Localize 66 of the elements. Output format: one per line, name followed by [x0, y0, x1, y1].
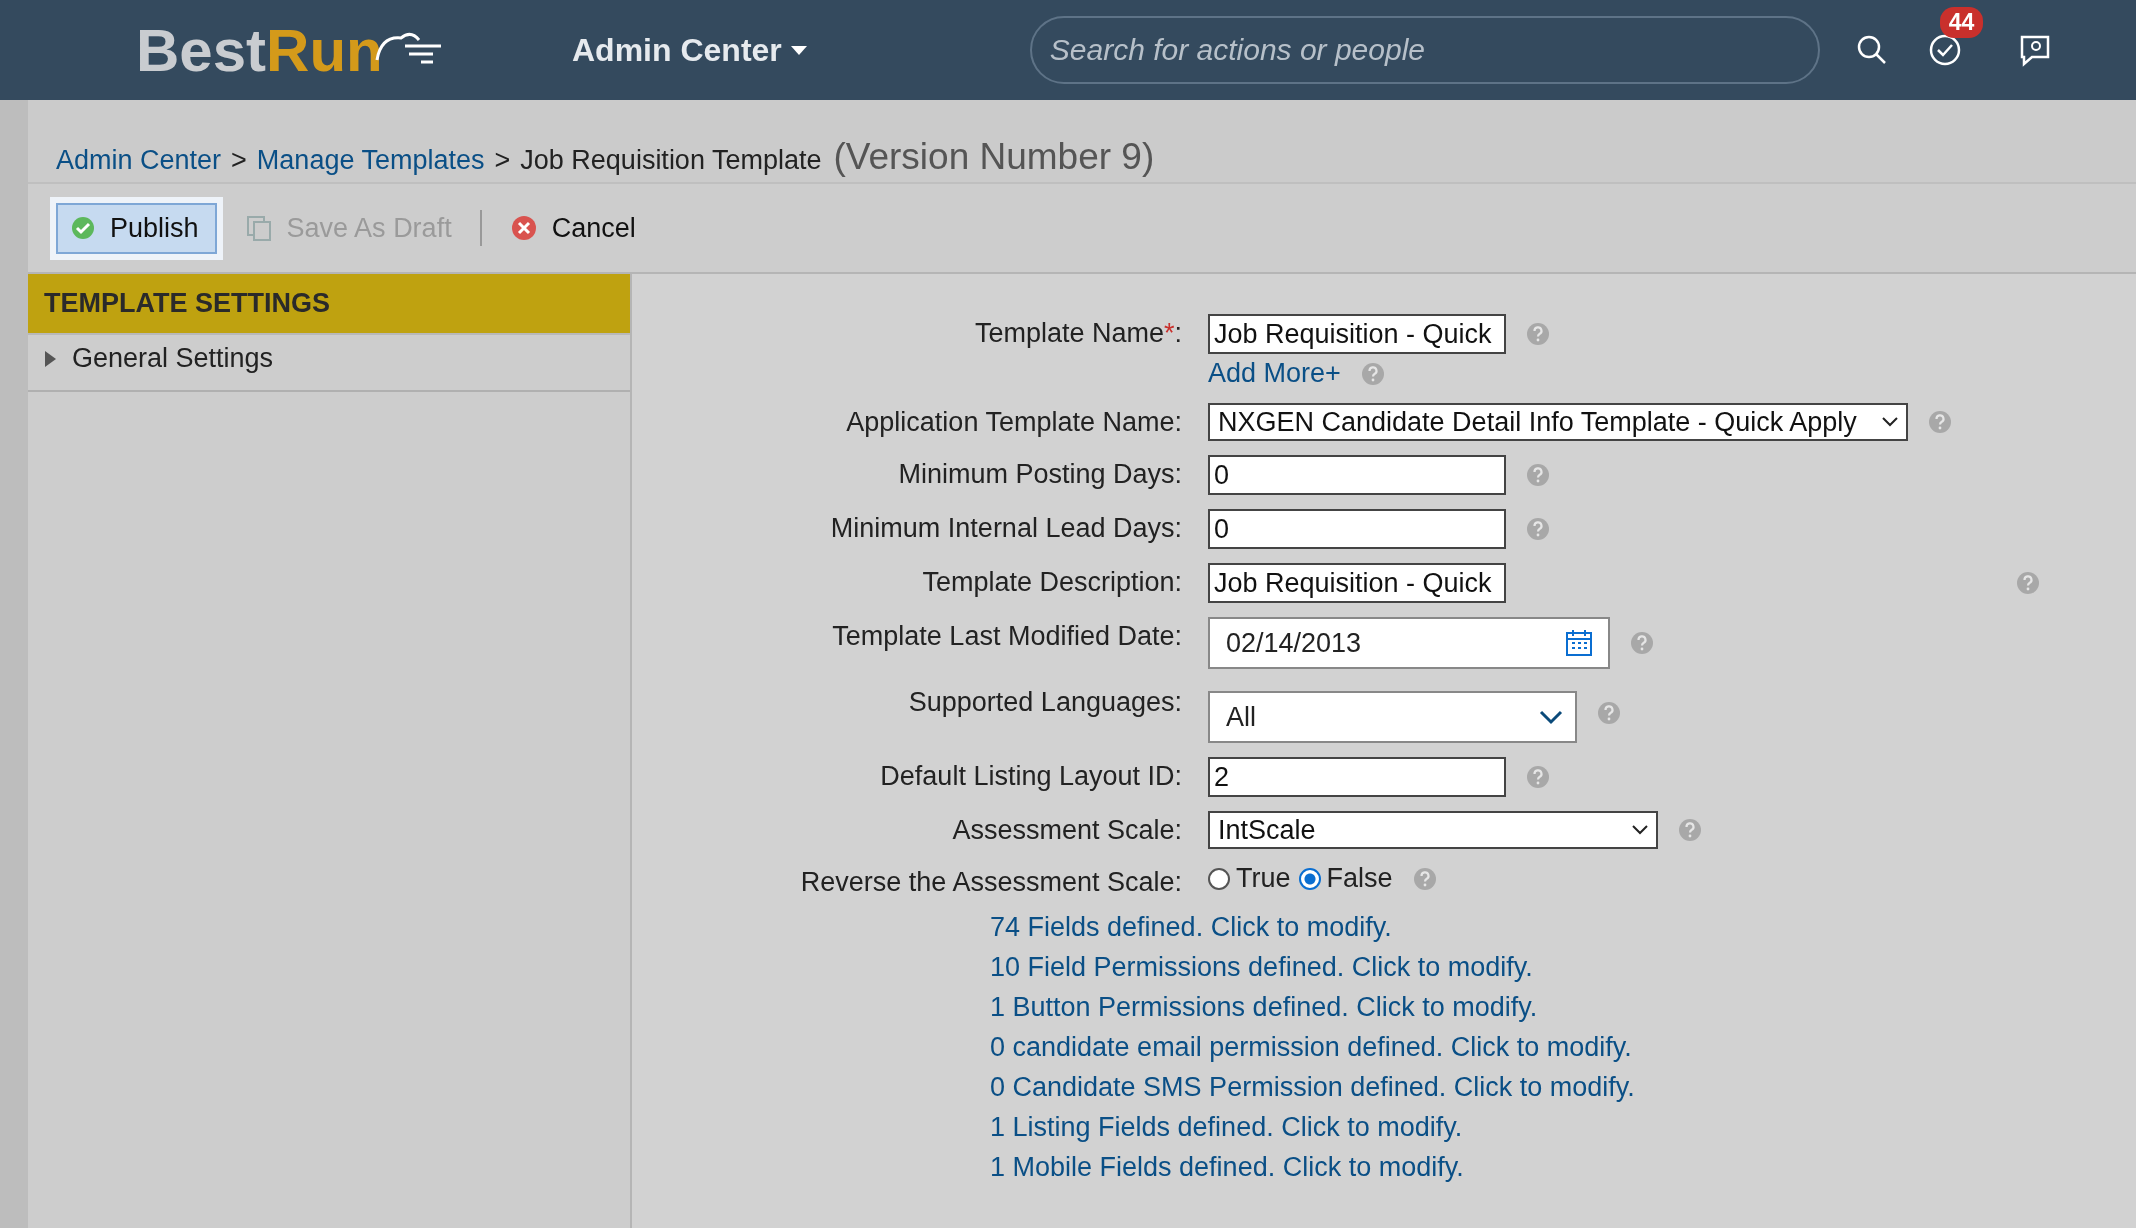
notification-badge: 44 — [1939, 7, 1984, 38]
field-label: Reverse the Assessment Scale: — [800, 867, 1182, 897]
field-label: Template Last Modified Date: — [832, 621, 1182, 651]
admin-center-menu[interactable]: Admin Center — [572, 31, 808, 69]
breadcrumb-link[interactable]: Manage Templates — [256, 145, 485, 176]
modify-link[interactable]: 10 Field Permissions defined. Click to modify. — [990, 952, 1533, 983]
check-circle-icon — [70, 215, 96, 241]
breadcrumb-current: Job Requisition Template — [520, 145, 822, 176]
radio-option[interactable]: True — [1208, 863, 1291, 894]
dropdown[interactable]: IntScale — [1208, 811, 1658, 849]
text-field[interactable]: 0 — [1208, 455, 1506, 495]
field-label: Application Template Name: — [846, 407, 1182, 437]
breadcrumb-link[interactable]: Admin Center — [56, 145, 222, 176]
search-icon[interactable] — [1855, 34, 1888, 66]
help-icon[interactable] — [1678, 818, 1702, 842]
breadcrumb-separator: > — [494, 145, 511, 176]
add-more-link[interactable]: Add More+ — [1208, 358, 1341, 389]
help-icon[interactable] — [1526, 463, 1550, 487]
text-field[interactable]: Job Requisition - Quick — [1208, 563, 1506, 603]
logo[interactable]: BestRun — [136, 15, 452, 85]
field-label: Minimum Posting Days: — [898, 459, 1182, 489]
sidebar-title: TEMPLATE SETTINGS — [28, 274, 630, 335]
label-colon: : — [1174, 318, 1182, 348]
version-number: (Version Number 9) — [833, 136, 1155, 178]
copy-icon — [244, 214, 273, 242]
chevron-down-icon — [1882, 417, 1898, 427]
text-field[interactable]: Job Requisition - Quick — [1208, 314, 1506, 354]
help-icon[interactable] — [2016, 571, 2040, 595]
field-label: Default Listing Layout ID: — [880, 761, 1182, 791]
field-label: Assessment Scale: — [952, 815, 1182, 845]
search-field[interactable]: Search for actions or people — [1029, 16, 1820, 84]
modify-link[interactable]: 74 Fields defined. Click to modify. — [990, 912, 1392, 943]
cancel-button[interactable]: Cancel — [497, 204, 648, 252]
dropdown[interactable]: NXGEN Candidate Detail Info Template - Quick Apply — [1208, 403, 1908, 441]
help-icon[interactable] — [1630, 631, 1654, 655]
field-label: Template Description: — [922, 567, 1182, 597]
modify-link[interactable]: 1 Mobile Fields defined. Click to modify. — [990, 1152, 1464, 1183]
caret-icon — [789, 44, 808, 56]
close-circle-icon — [509, 214, 538, 242]
calendar-icon[interactable] — [1564, 628, 1594, 658]
help-icon[interactable] — [1526, 322, 1550, 346]
help-icon[interactable] — [1526, 517, 1550, 541]
chevron-down-icon — [1632, 825, 1648, 835]
radio-option[interactable]: False — [1298, 863, 1393, 894]
help-icon[interactable] — [1597, 701, 1621, 725]
field-label: Supported Languages: — [908, 687, 1182, 717]
help-icon[interactable] — [1412, 866, 1437, 891]
triangle-icon — [42, 348, 58, 369]
field-label: Template Name — [974, 318, 1164, 348]
help-icon[interactable] — [1360, 361, 1385, 386]
dropdown[interactable]: All — [1208, 691, 1577, 743]
checkmark-circle-icon[interactable] — [1927, 33, 1962, 67]
help-icon[interactable] — [1526, 765, 1550, 789]
modify-link[interactable]: 1 Button Permissions defined. Click to modify. — [990, 992, 1538, 1023]
text-field[interactable]: 2 — [1208, 757, 1506, 797]
modify-link[interactable]: 0 Candidate SMS Permission defined. Click to modify. — [990, 1072, 1635, 1103]
breadcrumb-separator: > — [231, 145, 247, 176]
modify-link[interactable]: 0 candidate email permission defined. Click to modify. — [990, 1032, 1632, 1063]
field-label: Minimum Internal Lead Days: — [830, 513, 1182, 543]
modify-link[interactable]: 1 Listing Fields defined. Click to modify. — [990, 1112, 1463, 1143]
text-field[interactable]: 0 — [1208, 509, 1506, 549]
required-asterisk: * — [1163, 318, 1175, 348]
help-icon[interactable] — [1928, 410, 1952, 434]
chevron-down-icon — [1539, 709, 1563, 725]
date-field[interactable]: 02/14/2013 — [1208, 617, 1610, 669]
sidebar-item[interactable]: General Settings — [28, 335, 630, 392]
